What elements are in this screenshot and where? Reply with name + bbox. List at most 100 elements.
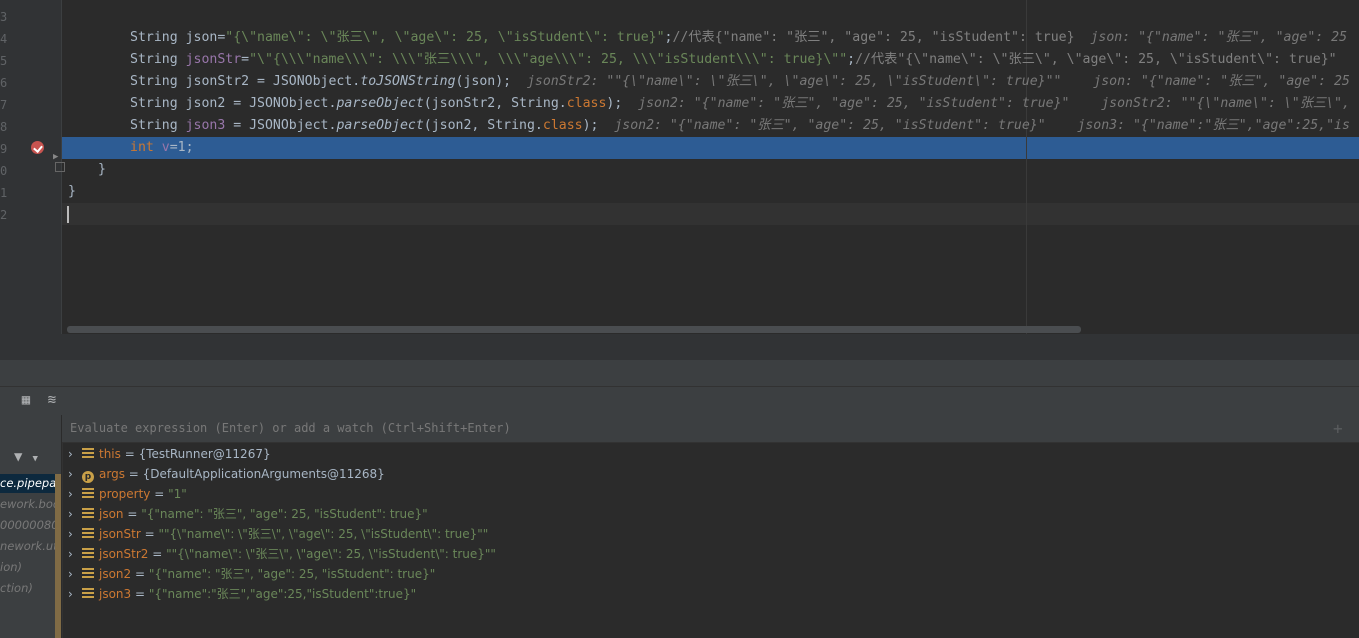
stack-frame[interactable]: ion) xyxy=(0,558,55,577)
code-line[interactable]: int v=1; xyxy=(130,137,194,159)
variable-row[interactable]: › json3 = "{"name":"张三","age":25,"isStude… xyxy=(68,584,416,604)
variable-value: "1" xyxy=(168,487,187,501)
inline-debug-value: jsonStr2: ""{\"name\": \"张三\", \"age\": … xyxy=(511,74,1350,89)
code-token: } xyxy=(68,184,76,199)
restore-layout-icon[interactable]: ≋ xyxy=(44,392,60,408)
variable-value: ""{\"name\": \"张三\", \"age\": 25, \"isSt… xyxy=(158,527,489,541)
chevron-down-icon[interactable]: ▼ xyxy=(32,454,37,464)
parameter-icon: p xyxy=(82,471,94,483)
variable-row[interactable]: › p args = {DefaultApplicationArguments@11… xyxy=(68,464,385,484)
stack-frame[interactable]: ce.pipepar xyxy=(0,474,55,493)
variable-value: "{"name":"张三","age":25,"isStudent":true}… xyxy=(148,587,417,601)
code-token: parseObject xyxy=(336,118,424,133)
variable-name: json xyxy=(99,507,124,521)
code-token: //代表{"name": "张三", "age": 25, "isStudent… xyxy=(672,30,1075,45)
field-icon xyxy=(82,488,94,499)
variable-value: "{"name": "张三", "age": 25, "isStudent": … xyxy=(148,567,436,581)
expand-chevron-icon[interactable]: › xyxy=(68,584,82,604)
expand-chevron-icon[interactable]: › xyxy=(68,544,82,564)
line-number: 3 xyxy=(0,10,8,24)
evaluate-expression-input[interactable]: Evaluate expression (Enter) or add a wat… xyxy=(70,421,511,435)
code-token: int xyxy=(130,140,162,155)
code-line[interactable]: } xyxy=(98,159,106,181)
expand-chevron-icon[interactable]: › xyxy=(68,484,82,504)
debug-tab-bar xyxy=(0,360,1359,386)
line-number: 1 xyxy=(0,186,8,200)
line-number: 2 xyxy=(0,208,8,222)
line-number: 9 xyxy=(0,142,8,156)
expand-chevron-icon[interactable]: › xyxy=(68,564,82,584)
debug-toolbar xyxy=(0,386,1359,415)
expand-chevron-icon[interactable]: › xyxy=(68,444,82,464)
code-token: parseObject xyxy=(336,96,424,111)
text-caret xyxy=(67,206,69,223)
code-token: "\"{\\\"name\\\": \\\"张三\\\", \\\"age\\\… xyxy=(249,52,848,67)
variable-row[interactable]: › property = "1" xyxy=(68,484,187,504)
equals-sign: = xyxy=(131,587,149,601)
variable-name: this xyxy=(99,447,121,461)
variable-row[interactable]: › this = {TestRunner@11267} xyxy=(68,444,271,464)
variable-value: {TestRunner@11267} xyxy=(138,447,271,461)
variable-row[interactable]: › json = "{"name": "张三", "age": 25, "isSt… xyxy=(68,504,428,524)
stack-frame[interactable]: ction) xyxy=(0,579,55,598)
equals-sign: = xyxy=(124,467,143,481)
variable-name: jsonStr2 xyxy=(99,547,149,561)
code-token: String xyxy=(130,52,186,67)
variable-row[interactable]: › jsonStr = ""{\"name\": \"张三\", \"age\":… xyxy=(68,524,488,544)
line-number: 5 xyxy=(0,54,8,68)
expand-chevron-icon[interactable]: › xyxy=(68,504,82,524)
code-line[interactable]: String json="{\"name\": \"张三\", \"age\":… xyxy=(130,27,1347,49)
code-line[interactable]: String json3 = JSONObject.parseObject(js… xyxy=(130,115,1350,137)
variable-name: property xyxy=(99,487,151,501)
line-number: 4 xyxy=(0,32,8,46)
code-token: String xyxy=(130,118,186,133)
code-token: ); xyxy=(606,96,623,111)
equals-sign: = xyxy=(140,527,159,541)
library-frames-strip xyxy=(55,474,61,638)
code-token: String jsonStr2 = JSONObject. xyxy=(130,74,361,89)
filter-icon[interactable]: ▼ ▼ xyxy=(14,449,38,465)
variable-row[interactable]: › json2 = "{"name": "张三", "age": 25, "isS… xyxy=(68,564,435,584)
stack-frame[interactable]: nework.uti xyxy=(0,537,55,556)
code-token: String json2 = JSONObject. xyxy=(130,96,337,111)
line-number: 7 xyxy=(0,98,8,112)
field-icon xyxy=(82,548,94,559)
code-token: //代表"{\"name\": \"张三\", \"age\": 25, \"i… xyxy=(855,52,1337,67)
fold-arrow-icon[interactable]: ▶ xyxy=(53,152,58,162)
variable-value: {DefaultApplicationArguments@11268} xyxy=(142,467,385,481)
line-number: 6 xyxy=(0,76,8,90)
breakpoint-icon[interactable] xyxy=(31,141,44,154)
code-line[interactable]: String jsonStr2 = JSONObject.toJSONStrin… xyxy=(130,71,1350,93)
editor-status-band xyxy=(0,334,1359,360)
code-token: ); xyxy=(582,118,599,133)
equals-sign: = xyxy=(150,487,169,501)
horizontal-scrollbar[interactable] xyxy=(67,326,1081,333)
field-icon xyxy=(82,528,94,539)
field-icon xyxy=(82,508,94,519)
line-number: 0 xyxy=(0,164,8,178)
line-number: 8 xyxy=(0,120,8,134)
expand-chevron-icon[interactable]: › xyxy=(68,464,82,484)
calculator-icon[interactable]: ▦ xyxy=(18,392,34,408)
equals-sign: = xyxy=(148,547,167,561)
code-token: "{\"name\": \"张三\", \"age\": 25, \"isStu… xyxy=(225,30,665,45)
code-token: v xyxy=(161,140,170,155)
code-token: jsonStr xyxy=(185,52,242,67)
code-token: class xyxy=(542,118,583,133)
fold-marker-icon[interactable] xyxy=(55,162,65,172)
add-watch-icon[interactable]: + xyxy=(1333,419,1343,438)
equals-sign: = xyxy=(131,567,149,581)
code-token: toJSONString xyxy=(360,74,456,89)
variable-row[interactable]: › jsonStr2 = ""{\"name\": \"张三\", \"age\"… xyxy=(68,544,496,564)
variable-name: jsonStr xyxy=(99,527,141,541)
variable-value: ""{\"name\": \"张三\", \"age\": 25, \"isSt… xyxy=(166,547,496,561)
code-line[interactable]: String json2 = JSONObject.parseObject(js… xyxy=(130,93,1350,115)
stack-frame[interactable]: ework.boot xyxy=(0,495,55,514)
code-line[interactable]: } xyxy=(68,181,76,203)
stack-frame[interactable]: 00000080 xyxy=(0,516,55,535)
variable-name: json3 xyxy=(99,587,132,601)
current-line-highlight xyxy=(62,203,1359,225)
expand-chevron-icon[interactable]: › xyxy=(68,524,82,544)
code-line[interactable]: String jsonStr="\"{\\\"name\\\": \\\"张三\… xyxy=(130,49,1337,71)
code-token: ; xyxy=(847,52,856,67)
